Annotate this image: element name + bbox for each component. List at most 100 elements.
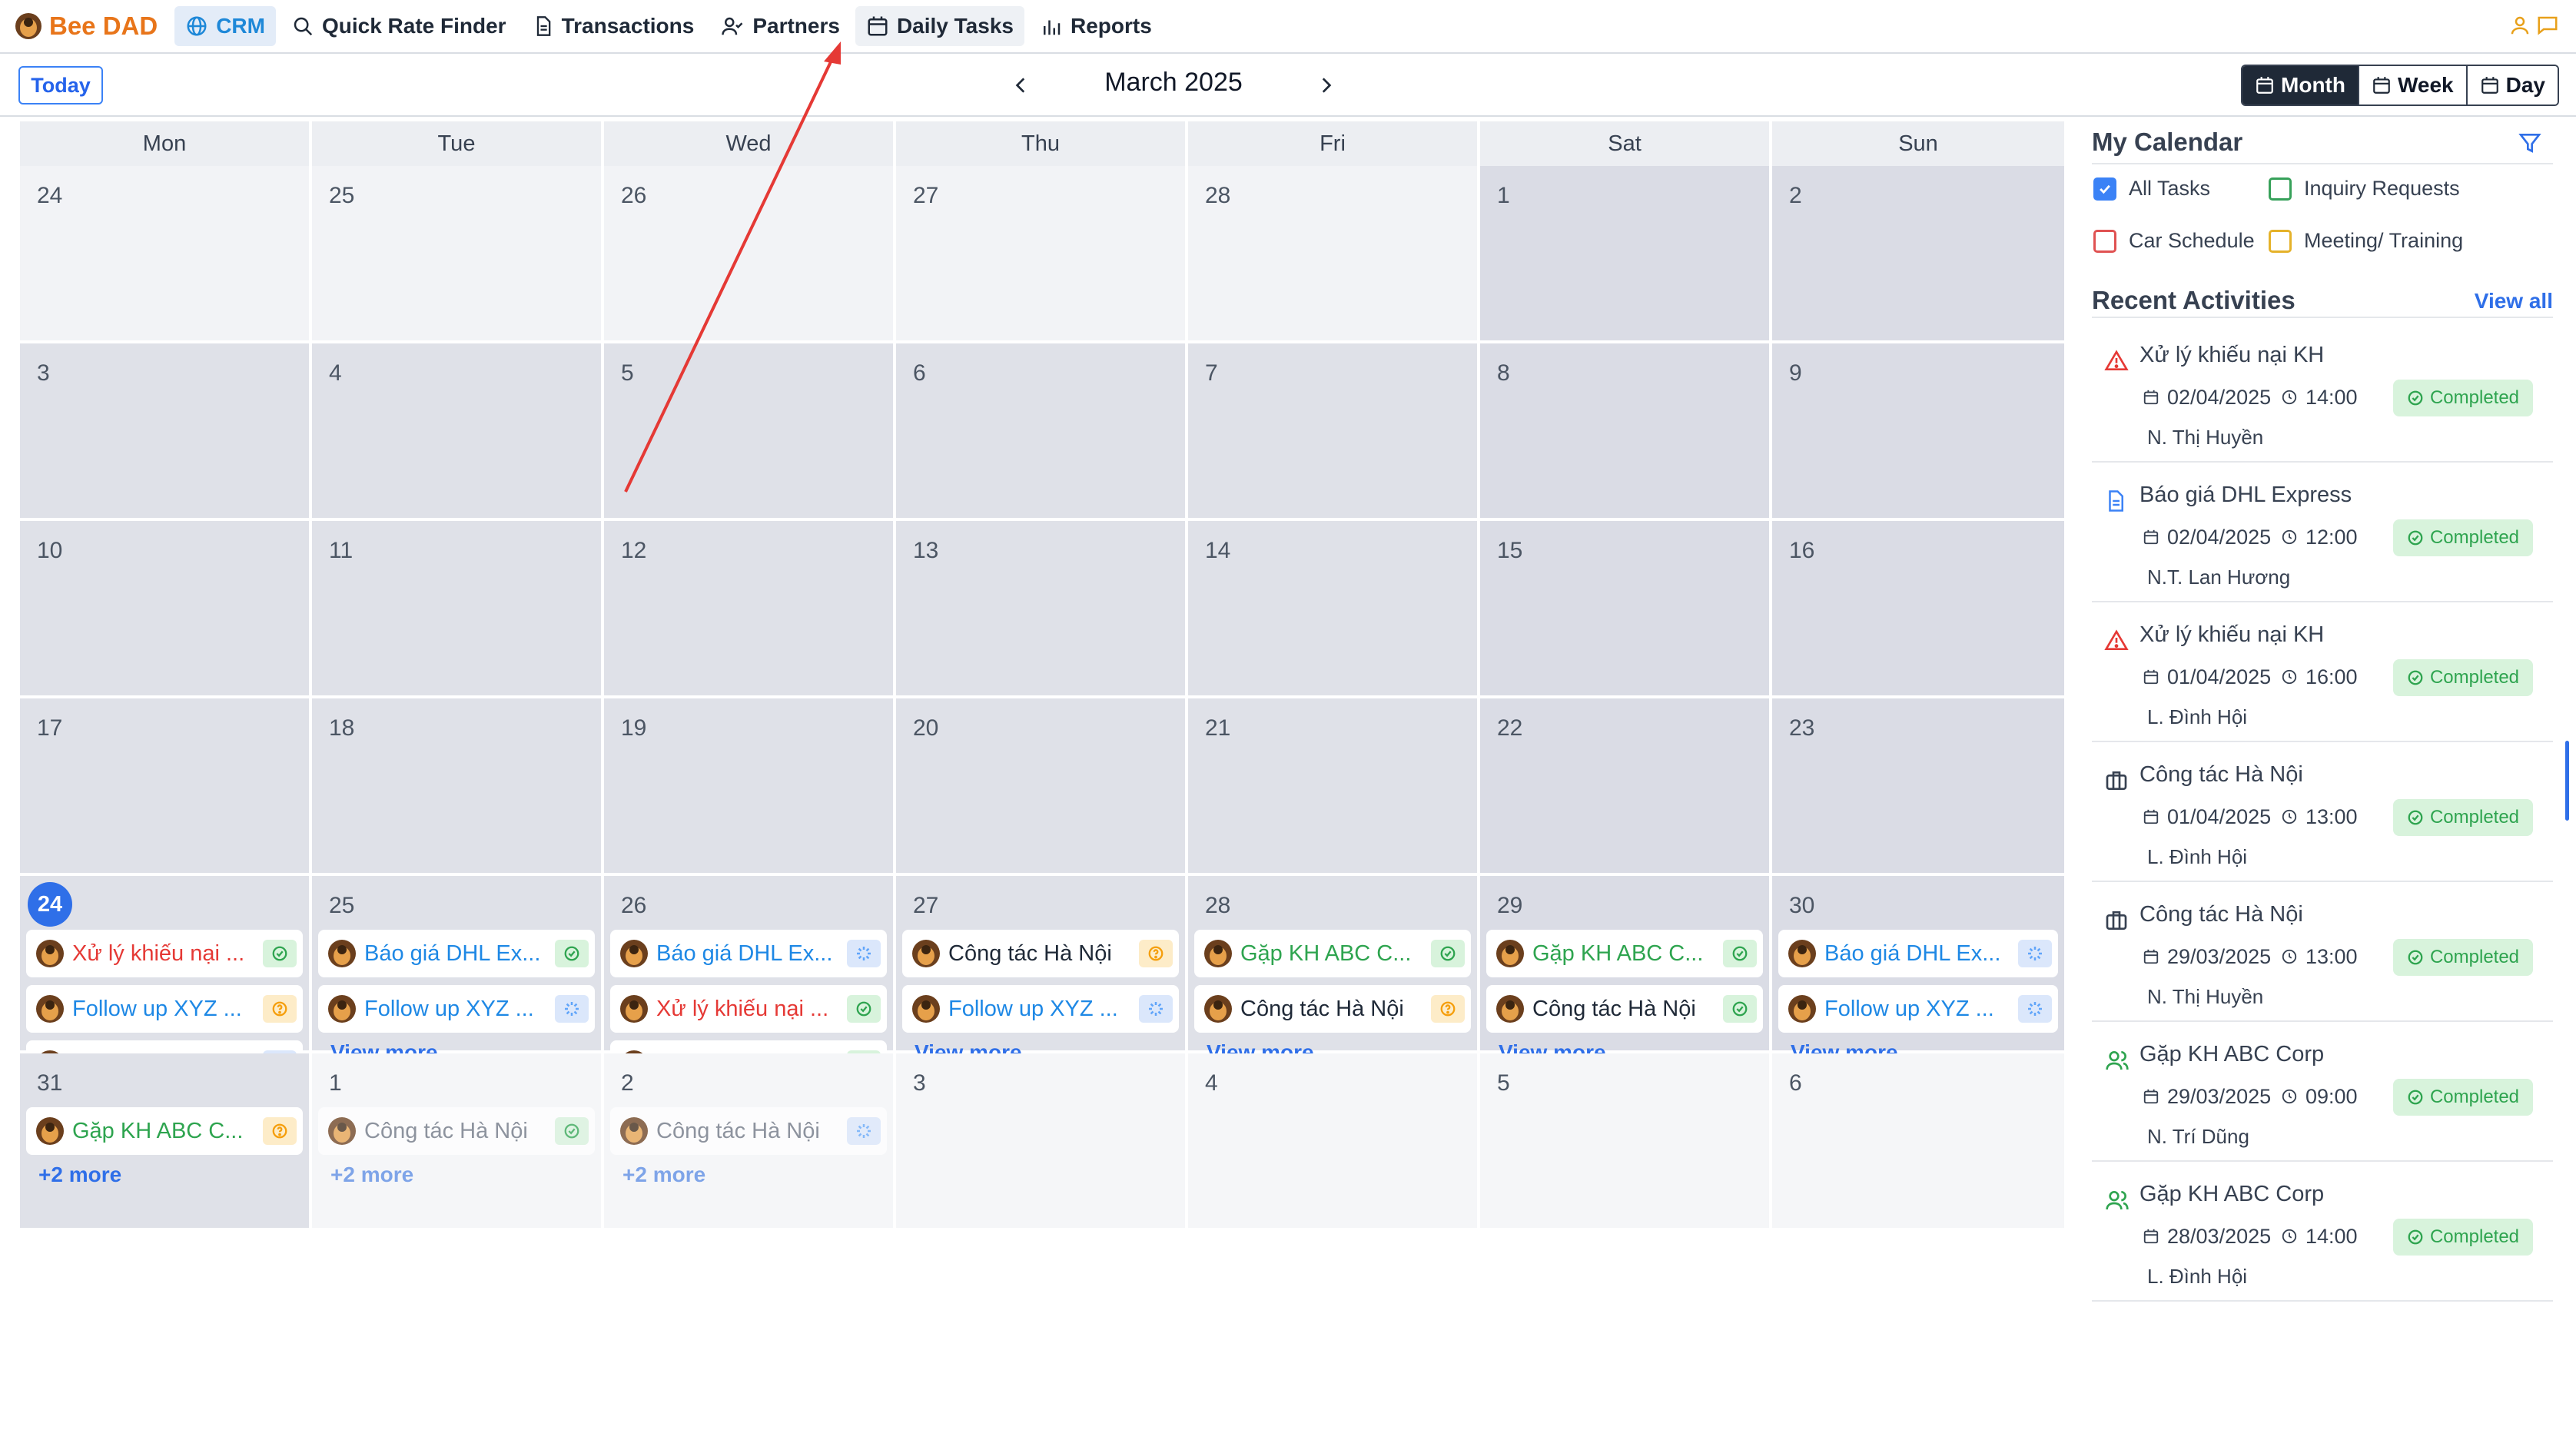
day-cell[interactable]: 27 Công tác Hà Nội Follow up XYZ ... View m… (896, 876, 1188, 1064)
day-cell[interactable]: 14 (1188, 521, 1480, 698)
filter-inquiry-requests[interactable]: Inquiry Requests (2269, 177, 2460, 201)
day-cell[interactable]: 26 (604, 166, 896, 343)
day-cell[interactable]: 27 (896, 166, 1188, 343)
activity-item[interactable]: Công tác Hà Nội 29/03/2025 13:00 Completed N… (2092, 882, 2553, 1022)
calendar-event[interactable]: Công tác Hà Nội (1486, 985, 1763, 1033)
day-cell[interactable]: 23 (1772, 698, 2064, 876)
brand[interactable]: Bee DAD (14, 6, 158, 46)
day-cell[interactable]: 5 (604, 343, 896, 521)
calendar-event[interactable]: Công tác Hà Nội (902, 930, 1179, 977)
nav-reports[interactable]: Reports (1029, 6, 1163, 46)
day-cell[interactable]: 6 (896, 343, 1188, 521)
day-cell[interactable]: 24Xử lý khiếu nại ...Follow up XYZ ...Bá… (20, 876, 312, 1120)
day-cell[interactable]: 18 (312, 698, 604, 876)
calendar-event[interactable]: Công tác Hà Nội (610, 1107, 887, 1155)
calendar-event[interactable]: Xử lý khiếu nại ... (26, 930, 303, 977)
day-cell[interactable]: 20 (896, 698, 1188, 876)
today-date-number: 24 (28, 882, 72, 927)
filter-meeting-training[interactable]: Meeting/ Training (2269, 229, 2463, 253)
view-week-button[interactable]: Week (2359, 66, 2468, 104)
day-cell[interactable]: 28 (1188, 166, 1480, 343)
calendar-event[interactable]: Công tác Hà Nội (318, 1107, 595, 1155)
calendar-event[interactable]: Báo giá DHL Ex... (318, 930, 595, 977)
calendar-icon (2143, 1228, 2159, 1249)
activity-person: N.T. Lan Hương (2147, 566, 2291, 589)
calendar-event[interactable]: Báo giá DHL Ex... (1778, 930, 2058, 977)
day-cell[interactable]: 3 (20, 343, 312, 521)
day-cell[interactable]: 29 Gặp KH ABC C... Công tác Hà Nội View mor… (1480, 876, 1772, 1064)
calendar-event[interactable]: Follow up XYZ ... (318, 985, 595, 1033)
day-cell[interactable]: 3 (896, 1053, 1188, 1231)
day-cell[interactable]: 22 (1480, 698, 1772, 876)
activity-date: 01/04/2025 (2167, 805, 2272, 828)
day-cell[interactable]: 31 Gặp KH ABC C... +2 more (20, 1053, 312, 1231)
view-more-link[interactable]: +2 more (330, 1163, 595, 1187)
calendar-event[interactable]: Gặp KH ABC C... (1194, 930, 1471, 977)
activity-item[interactable]: Gặp KH ABC Corp 29/03/2025 09:00 Completed N… (2092, 1022, 2553, 1162)
nav-daily-tasks[interactable]: Daily Tasks (855, 6, 1024, 46)
day-cell[interactable]: 9 (1772, 343, 2064, 521)
day-cell[interactable]: 24 (20, 166, 312, 343)
day-cell[interactable]: 11 (312, 521, 604, 698)
activity-item[interactable]: Gặp KH ABC Corp 28/03/2025 14:00 Completed L… (2092, 1162, 2553, 1302)
calendar-event[interactable]: Gặp KH ABC C... (26, 1107, 303, 1155)
calendar-event[interactable]: Báo giá DHL Ex... (610, 930, 887, 977)
day-cell[interactable]: 25 Báo giá DHL Ex... Follow up XYZ ... View… (312, 876, 604, 1064)
nav-transactions[interactable]: Transactions (522, 6, 705, 46)
status-badge: Completed (2393, 659, 2533, 696)
calendar-event[interactable]: Follow up XYZ ... (902, 985, 1179, 1033)
sidebar-scrollbar[interactable] (2565, 741, 2569, 821)
day-cell[interactable]: 13 (896, 521, 1188, 698)
filter-icon[interactable] (2518, 131, 2542, 155)
day-cell[interactable]: 2 (1772, 166, 2064, 343)
day-cell[interactable]: 21 (1188, 698, 1480, 876)
day-cell[interactable]: 1 (1480, 166, 1772, 343)
nav-partners[interactable]: Partners (709, 6, 851, 46)
day-cell[interactable]: 28 Gặp KH ABC C... Công tác Hà Nội View mor… (1188, 876, 1480, 1064)
today-button[interactable]: Today (18, 66, 103, 104)
calendar-event[interactable]: Follow up XYZ ... (26, 985, 303, 1033)
view-day-button[interactable]: Day (2467, 66, 2558, 104)
calendar-event[interactable]: Xử lý khiếu nại ... (610, 985, 887, 1033)
calendar-event[interactable]: Công tác Hà Nội (1194, 985, 1471, 1033)
activity-item[interactable]: Báo giá DHL Express 02/04/2025 12:00 Comple… (2092, 463, 2553, 602)
activity-item[interactable]: Xử lý khiếu nại KH 02/04/2025 14:00 Complet… (2092, 323, 2553, 463)
filter-all-tasks[interactable]: All Tasks (2093, 177, 2210, 201)
day-cell[interactable]: 12 (604, 521, 896, 698)
day-cell[interactable]: 4 (312, 343, 604, 521)
day-cell[interactable]: 19 (604, 698, 896, 876)
view-all-link[interactable]: View all (2475, 289, 2553, 313)
date-number: 27 (913, 183, 939, 208)
nav-quick-rate-finder[interactable]: Quick Rate Finder (281, 6, 517, 46)
day-cell[interactable]: 30 Báo giá DHL Ex... Follow up XYZ ... View… (1772, 876, 2064, 1064)
status-in-progress-icon (2018, 995, 2052, 1023)
day-cell[interactable]: 8 (1480, 343, 1772, 521)
activity-item[interactable]: Xử lý khiếu nại KH 01/04/2025 16:00 Complet… (2092, 602, 2553, 742)
day-cell[interactable]: 25 (312, 166, 604, 343)
day-cell[interactable]: 2 Công tác Hà Nội +2 more (604, 1053, 896, 1231)
day-cell[interactable]: 6 (1772, 1053, 2064, 1231)
day-cell[interactable]: 7 (1188, 343, 1480, 521)
calendar-event[interactable]: Follow up XYZ ... (1778, 985, 2058, 1033)
bar-chart-icon (1043, 20, 1061, 35)
activity-item[interactable]: Công tác Hà Nội 01/04/2025 13:00 Completed L… (2092, 742, 2553, 882)
day-cell[interactable]: 16 (1772, 521, 2064, 698)
day-cell[interactable]: 26Báo giá DHL Ex...Xử lý khiếu nại ...Fo… (604, 876, 896, 1120)
calendar-event[interactable]: Gặp KH ABC C... (1486, 930, 1763, 977)
day-cell[interactable]: 4 (1188, 1053, 1480, 1231)
day-cell[interactable]: 5 (1480, 1053, 1772, 1231)
filter-car-schedule[interactable]: Car Schedule (2093, 229, 2255, 253)
nav-transactions-label: Transactions (561, 14, 695, 38)
nav-crm[interactable]: CRM (174, 6, 276, 46)
day-cell[interactable]: 10 (20, 521, 312, 698)
day-cell[interactable]: 15 (1480, 521, 1772, 698)
view-more-link[interactable]: +2 more (38, 1163, 303, 1187)
day-cell[interactable]: 1 Công tác Hà Nội +2 more (312, 1053, 604, 1231)
day-cell[interactable]: 17 (20, 698, 312, 876)
view-more-link[interactable]: +2 more (622, 1163, 887, 1187)
view-month-button[interactable]: Month (2242, 66, 2359, 104)
chat-icon[interactable] (2536, 14, 2559, 37)
user-icon[interactable] (2508, 14, 2531, 37)
next-month-button[interactable] (1308, 68, 1343, 103)
prev-month-button[interactable] (1004, 68, 1039, 103)
